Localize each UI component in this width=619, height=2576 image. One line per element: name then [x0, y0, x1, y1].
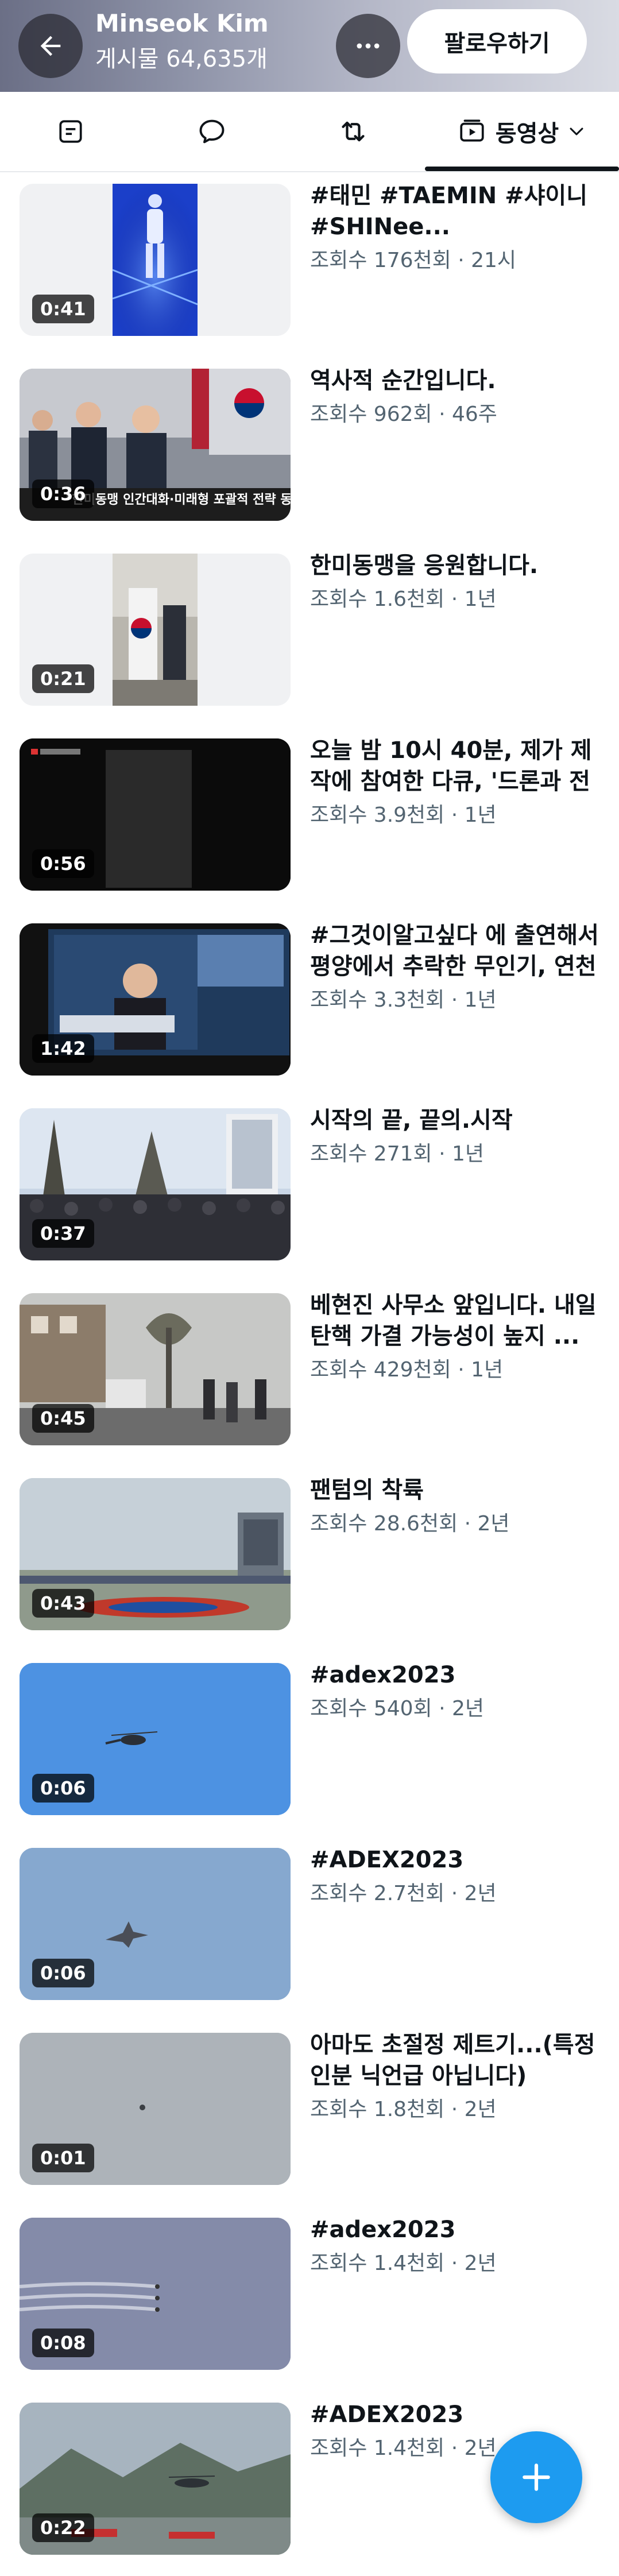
video-title: #그것이알고싶다 에 출연해서 평양에서 추락한 무인기, 연천 ... [310, 922, 599, 980]
video-duration: 0:06 [32, 1774, 94, 1803]
video-title: #ADEX2023 [310, 2401, 464, 2428]
video-meta: 조회수 1.8천회 · 2년 [310, 2098, 497, 2121]
tab-posts[interactable] [0, 92, 141, 171]
video-title: 아마도 초절정 제트기...(특정인분 닉언급 아닙니다) #ADEX2023 [310, 2032, 595, 2089]
video-title: #ADEX2023 [310, 1847, 464, 1873]
video-thumbnail[interactable]: 0:37 [20, 1108, 291, 1260]
video-meta: 조회수 3.9천회 · 1년 [310, 803, 497, 827]
video-thumbnail[interactable]: 0:43 [20, 1478, 291, 1630]
video-meta: 조회수 28.6천회 · 2년 [310, 1512, 510, 1535]
more-button[interactable] [336, 14, 400, 78]
video-thumbnail[interactable]: 0:21 [20, 554, 291, 706]
video-title: #adex2023 [310, 2217, 456, 2243]
video-duration: 1:42 [32, 1034, 94, 1063]
video-item[interactable]: 0:21 한미동맹을 응원합니다. 조회수 1.6천회 · 1년 [0, 542, 619, 727]
profile-name: Minseok Kim [95, 9, 269, 37]
video-item[interactable]: 0:45 베현진 사무소 앞입니다. 내일 탄핵 가결 가능성이 높지 ... … [0, 1282, 619, 1467]
video-item[interactable]: 0:01 아마도 초절정 제트기...(특정인분 닉언급 아닙니다) #ADEX… [0, 2021, 619, 2206]
video-duration: 0:37 [32, 1219, 94, 1248]
plus-icon [523, 2463, 550, 2491]
video-thumbnail[interactable]: 0:01 [20, 2033, 291, 2185]
repost-icon [342, 121, 365, 142]
video-item[interactable]: 0:56 오늘 밤 10시 40분, 제가 제작에 참여한 다큐, '드론과 전… [0, 727, 619, 912]
tab-videos-label: 동영상 [495, 121, 559, 147]
arrow-left-icon [40, 36, 61, 56]
video-duration: 0:41 [32, 295, 94, 323]
video-item[interactable]: 0:43 팬텀의 착륙 조회수 28.6천회 · 2년 [0, 1467, 619, 1651]
video-meta: 조회수 1.4천회 · 2년 [310, 2436, 497, 2460]
more-icon [357, 43, 380, 49]
video-title: 역사적 순간입니다. [310, 368, 496, 394]
video-meta: 조회수 271회 · 1년 [310, 1142, 484, 1166]
post-count: 게시물 64,635개 [95, 46, 268, 72]
video-item[interactable]: 0:08 #adex2023 조회수 1.4천회 · 2년 [0, 2206, 619, 2391]
video-item[interactable]: "한미동맹 인간대화·미래형 포괄적 전략 동맹으로 가야" 0:36 역사적 … [0, 357, 619, 542]
video-duration: 0:21 [32, 664, 94, 693]
video-thumbnail[interactable]: "한미동맹 인간대화·미래형 포괄적 전략 동맹으로 가야" 0:36 [20, 369, 291, 521]
video-title: 한미동맹을 응원합니다. [310, 552, 539, 579]
video-meta: 조회수 540회 · 2년 [310, 1697, 484, 1720]
follow-button[interactable]: 팔로우하기 [407, 9, 587, 74]
video-duration: 0:45 [32, 1404, 94, 1433]
active-tab-indicator [425, 167, 619, 171]
video-item[interactable]: 0:06 #ADEX2023 조회수 2.7천회 · 2년 [0, 1836, 619, 2021]
video-thumbnail[interactable]: 1:42 [20, 923, 291, 1076]
video-duration: 0:56 [32, 849, 94, 878]
profile-header: Minseok Kim 게시물 64,635개 팔로우하기 [0, 0, 619, 92]
video-duration: 0:36 [32, 479, 94, 508]
compose-button[interactable] [490, 2431, 582, 2523]
video-title: 시작의 끝, 끝의.시작 [310, 1107, 513, 1134]
video-meta: 조회수 2.7천회 · 2년 [310, 1882, 497, 1905]
video-title: #adex2023 [310, 1662, 456, 1688]
video-title: 팬텀의 착륙 [310, 1477, 424, 1503]
video-thumbnail[interactable]: 0:08 [20, 2218, 291, 2370]
video-title: 베현진 사무소 앞입니다. 내일 탄핵 가결 가능성이 높지 ... [310, 1292, 597, 1349]
video-thumbnail[interactable]: 0:45 [20, 1293, 291, 1445]
back-button[interactable] [18, 14, 83, 78]
video-meta: 조회수 1.4천회 · 2년 [310, 2252, 497, 2275]
video-item[interactable]: 0:06 #adex2023 조회수 540회 · 2년 [0, 1651, 619, 1836]
video-meta: 조회수 1.6천회 · 1년 [310, 587, 497, 611]
video-meta: 조회수 176천회 · 21시 [310, 249, 517, 272]
tab-replies[interactable] [141, 92, 283, 171]
video-thumbnail[interactable]: 0:06 [20, 1848, 291, 2000]
tab-videos[interactable]: 동영상 [425, 92, 619, 171]
video-thumbnail[interactable]: 0:56 [20, 738, 291, 891]
video-item[interactable]: 0:37 시작의 끝, 끝의.시작 조회수 271회 · 1년 [0, 1097, 619, 1282]
video-thumbnail[interactable]: 0:41 [20, 184, 291, 336]
posts-icon [59, 120, 82, 143]
video-meta: 조회수 429천회 · 1년 [310, 1358, 504, 1382]
chevron-down-icon [570, 127, 583, 136]
video-item[interactable]: 0:41 #태민 #TAEMIN #샤이니 #SHINee... 조회수 176… [0, 172, 619, 357]
video-icon [460, 119, 484, 142]
reply-icon [199, 119, 225, 144]
video-duration: 0:22 [32, 2513, 94, 2542]
video-meta: 조회수 3.3천회 · 1년 [310, 988, 497, 1012]
profile-tabs: 동영상 [0, 92, 619, 172]
video-meta: 조회수 962회 · 46주 [310, 403, 497, 426]
video-title: #태민 #TAEMIN #샤이니 #SHINee... [310, 183, 588, 240]
video-duration: 0:06 [32, 1959, 94, 1987]
video-thumbnail[interactable]: 0:22 [20, 2403, 291, 2555]
video-item[interactable]: 1:42 #그것이알고싶다 에 출연해서 평양에서 추락한 무인기, 연천 ..… [0, 912, 619, 1097]
video-duration: 0:43 [32, 1589, 94, 1618]
video-duration: 0:08 [32, 2329, 94, 2357]
video-title: 오늘 밤 10시 40분, 제가 제작에 참여한 다큐, '드론과 전쟁'3부.… [310, 737, 592, 795]
video-duration: 0:01 [32, 2144, 94, 2172]
tab-reposts[interactable] [283, 92, 424, 171]
video-thumbnail[interactable]: 0:06 [20, 1663, 291, 1815]
